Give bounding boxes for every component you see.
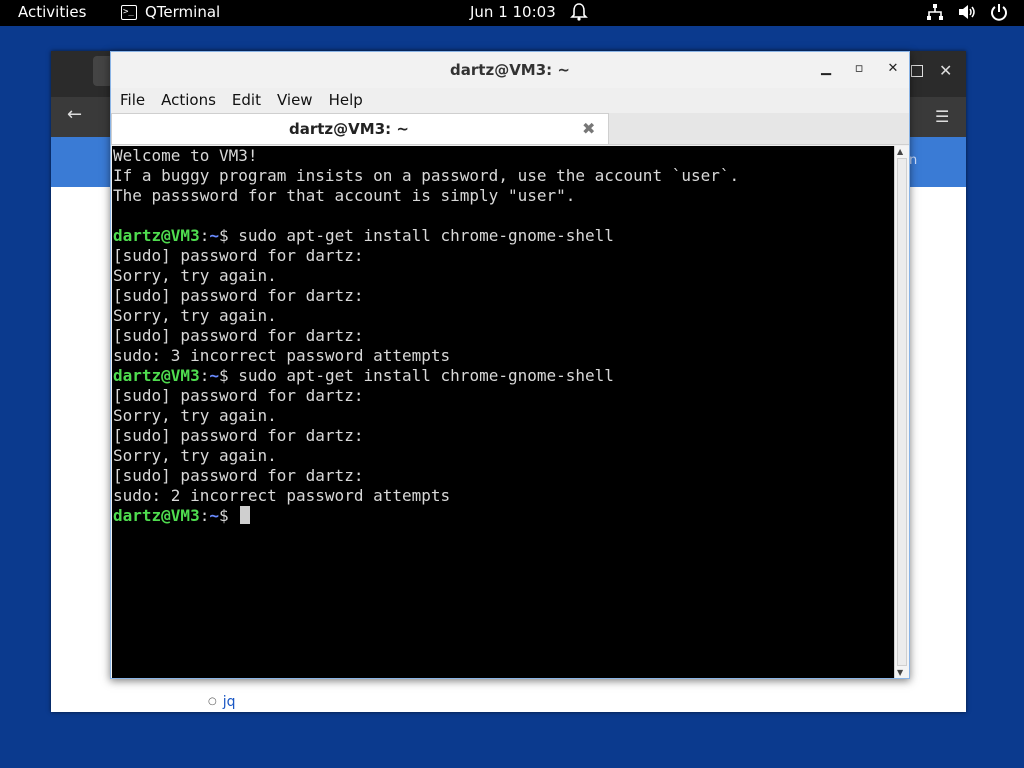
- prompt-user: dartz@VM3: [113, 366, 200, 385]
- menu-help[interactable]: Help: [320, 88, 370, 113]
- list-item-link[interactable]: ○ jq: [208, 694, 236, 710]
- prompt-line: dartz@VM3:~$ sudo apt-get install chrome…: [113, 366, 614, 385]
- prompt-command: $: [218, 506, 239, 525]
- app-menu-label: QTerminal: [145, 3, 221, 21]
- power-icon: [991, 4, 1007, 21]
- prompt-command: $ sudo apt-get install chrome-gnome-shel…: [218, 366, 614, 385]
- browser-close-icon[interactable]: ✕: [939, 61, 952, 80]
- system-tray[interactable]: [926, 3, 1008, 21]
- header-text-fragment: n: [909, 153, 918, 168]
- output-line: The passsword for that account is simply…: [113, 186, 576, 205]
- qterminal-titlebar[interactable]: dartz@VM3: ~ ▁ ▫ ✕: [111, 52, 909, 88]
- output-line: [sudo] password for dartz:: [113, 246, 364, 265]
- network-icon: [927, 4, 943, 20]
- prompt-command: $ sudo apt-get install chrome-gnome-shel…: [218, 226, 614, 245]
- prompt-user: dartz@VM3: [113, 506, 200, 525]
- browser-menu-icon[interactable]: ☰: [935, 107, 949, 126]
- output-line: [sudo] password for dartz:: [113, 326, 364, 345]
- scrollbar-thumb[interactable]: [897, 158, 907, 666]
- alarm-bell-icon[interactable]: [570, 2, 588, 22]
- terminal-tab[interactable]: dartz@VM3: ~ ✖: [111, 113, 609, 144]
- prompt-path: ~: [209, 366, 219, 385]
- scroll-down-icon[interactable]: ▼: [897, 668, 903, 677]
- terminal-scrollbar[interactable]: ▲ ▼: [894, 146, 909, 678]
- output-line: Sorry, try again.: [113, 446, 277, 465]
- output-line: sudo: 3 incorrect password attempts: [113, 346, 451, 365]
- clock[interactable]: Jun 1 10:03: [470, 3, 556, 21]
- minimize-icon[interactable]: ▁: [818, 61, 834, 77]
- output-line: Sorry, try again.: [113, 266, 277, 285]
- scroll-up-icon[interactable]: ▲: [897, 147, 903, 156]
- menu-file[interactable]: File: [111, 88, 152, 113]
- browser-maximize-icon[interactable]: [911, 65, 923, 77]
- prompt-path: ~: [209, 226, 219, 245]
- output-line: If a buggy program insists on a password…: [113, 166, 740, 185]
- activities-button[interactable]: Activities: [18, 3, 86, 21]
- prompt-line: dartz@VM3:~$ sudo apt-get install chrome…: [113, 226, 614, 245]
- menu-actions[interactable]: Actions: [152, 88, 223, 113]
- prompt-path: ~: [209, 506, 219, 525]
- output-line: [sudo] password for dartz:: [113, 386, 364, 405]
- prompt-user: dartz@VM3: [113, 226, 200, 245]
- output-line: Sorry, try again.: [113, 306, 277, 325]
- menubar: File Actions Edit View Help: [111, 88, 909, 113]
- terminal-screen[interactable]: Welcome to VM3! If a buggy program insist…: [112, 146, 894, 678]
- terminal-icon: >_: [121, 4, 137, 20]
- gnome-top-bar: Activities >_ QTerminal Jun 1 10:03: [0, 0, 1024, 26]
- close-icon[interactable]: ✕: [885, 61, 901, 77]
- output-line: [sudo] password for dartz:: [113, 426, 364, 445]
- output-line: [sudo] password for dartz:: [113, 286, 364, 305]
- output-line: [sudo] password for dartz:: [113, 466, 364, 485]
- menu-edit[interactable]: Edit: [223, 88, 268, 113]
- list-item-label: jq: [222, 694, 236, 710]
- maximize-icon[interactable]: ▫: [851, 61, 867, 77]
- tab-close-icon[interactable]: ✖: [582, 119, 595, 138]
- back-arrow-icon[interactable]: ←: [67, 104, 82, 125]
- window-title: dartz@VM3: ~: [450, 61, 570, 79]
- volume-icon: [959, 5, 975, 19]
- qterminal-window[interactable]: dartz@VM3: ~ ▁ ▫ ✕ File Actions Edit Vie…: [110, 51, 910, 679]
- text-cursor: [240, 506, 251, 524]
- output-line: sudo: 2 incorrect password attempts: [113, 486, 451, 505]
- prompt-line: dartz@VM3:~$: [112, 506, 739, 526]
- tab-bar: dartz@VM3: ~ ✖: [111, 113, 909, 145]
- bullet-icon: ○: [208, 696, 217, 707]
- output-line: Welcome to VM3!: [113, 146, 258, 165]
- app-menu-button[interactable]: >_ QTerminal: [121, 3, 220, 21]
- output-line: Sorry, try again.: [113, 406, 277, 425]
- menu-view[interactable]: View: [268, 88, 320, 113]
- terminal-output: Welcome to VM3! If a buggy program insist…: [112, 146, 739, 526]
- tab-title: dartz@VM3: ~: [289, 120, 409, 138]
